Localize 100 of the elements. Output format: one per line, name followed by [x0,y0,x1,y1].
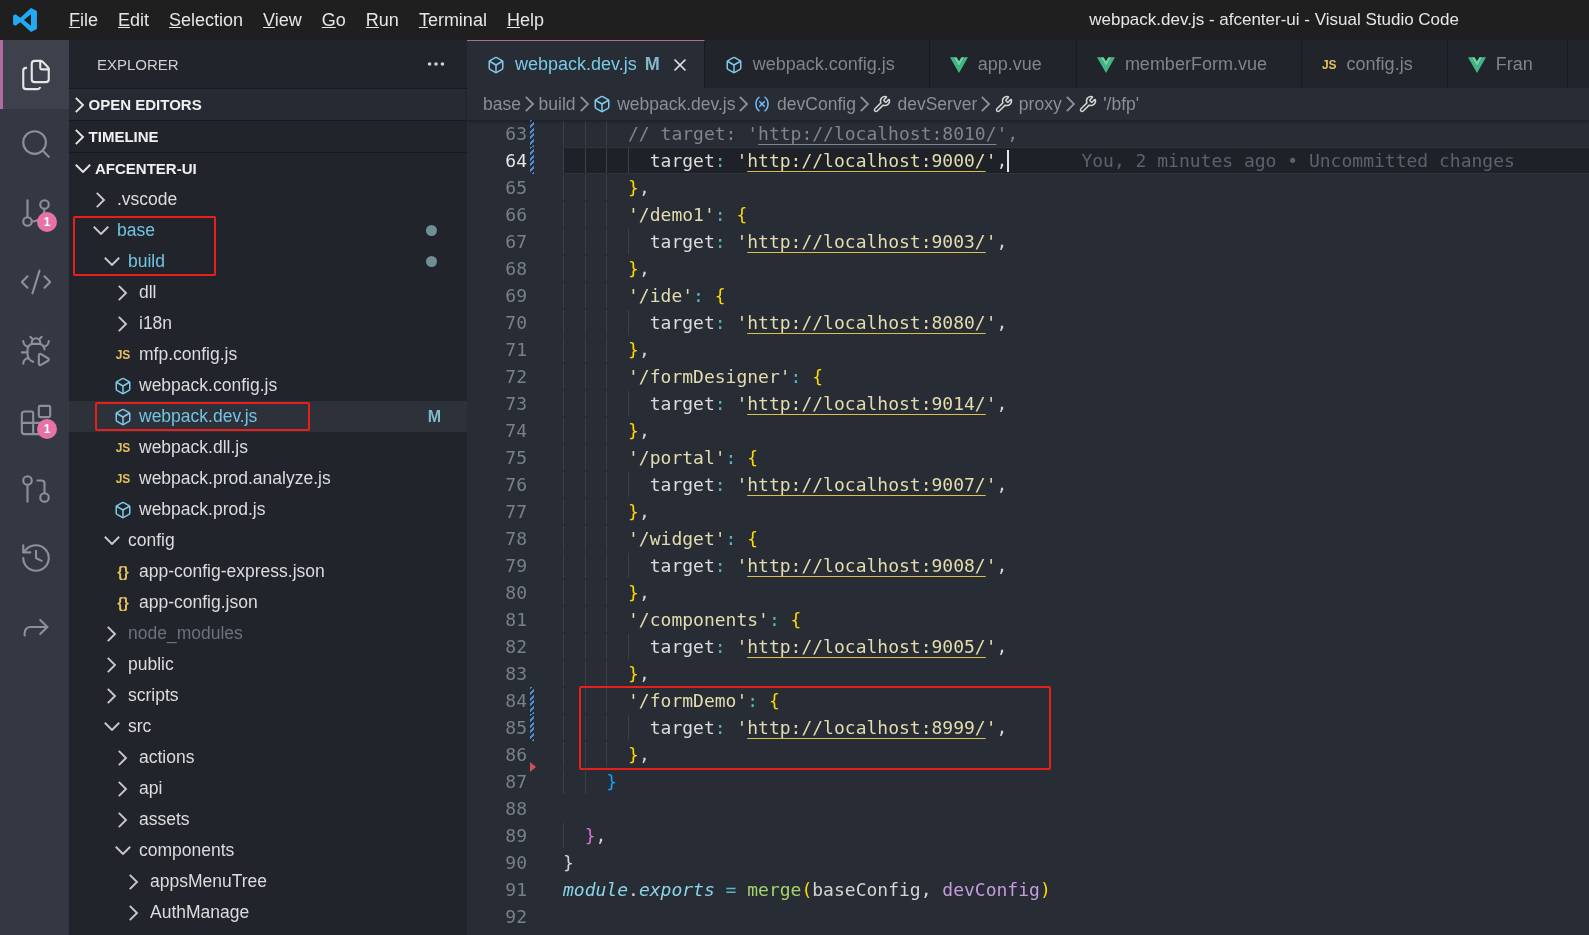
tree-item[interactable]: webpack.prod.js [69,494,467,525]
menu-item[interactable]: Go [312,5,355,35]
line-number: 70 [504,312,527,333]
activity-bar-button[interactable] [0,40,69,109]
line-number: 90 [504,852,527,873]
tree-item[interactable]: AuthManage [69,897,467,928]
menu-item[interactable]: Run [356,5,408,35]
tree-item[interactable]: {} app-config-express.json [69,556,467,587]
code-line: }, [628,663,650,684]
tree-item[interactable]: JS webpack.dll.js [69,432,467,463]
line-number: 88 [504,798,527,819]
tree-item[interactable]: api [69,773,467,804]
line-number: 80 [504,582,527,603]
tree-item[interactable]: build [69,246,467,277]
chevron-down-icon [75,163,91,174]
line-number: 69 [504,285,527,306]
menu-item[interactable]: Selection [160,5,253,35]
tree-item[interactable]: scripts [69,680,467,711]
editor-tab[interactable]: webpack.dev.js M [467,40,705,88]
code-line: target: 'http://localhost:9014/', [649,393,1008,414]
tree-item[interactable]: assets [69,804,467,835]
chevron-right-icon [96,191,106,208]
cube-file-icon [114,376,132,395]
code-line: target: 'http://localhost:9000/', [649,150,1008,171]
line-number: 92 [504,906,527,927]
code-line: target: 'http://localhost:9008/', [649,555,1008,576]
code-line: } [563,852,574,873]
files-icon [19,57,53,92]
breadcrumb-item[interactable]: devServer [873,93,978,115]
line-number: 66 [504,204,527,225]
json-file-icon: {} [117,595,129,610]
chevron-right-icon [859,96,870,112]
menu-item[interactable]: Help [497,5,553,35]
code-line: '/components': { [628,609,802,630]
code-line: target: 'http://localhost:9003/', [649,231,1008,252]
cube-file-icon [724,55,743,74]
vue-file-icon [1467,56,1486,73]
menu-item[interactable]: File [60,5,107,35]
line-number: 78 [504,528,527,549]
chevron-right-icon [579,96,590,112]
tree-item[interactable]: i18n [69,308,467,339]
line-number: 83 [504,663,527,684]
line-number: 77 [504,501,527,522]
js-file-icon: JS [1321,58,1337,71]
line-number: 68 [504,258,527,279]
line-number: 81 [504,609,527,630]
line-number: 89 [504,825,527,846]
line-number: 79 [504,555,527,576]
tree-item[interactable]: public [69,649,467,680]
breadcrumb-item[interactable]: base [483,93,521,115]
line-number: 64 [504,150,527,171]
line-number: 76 [504,474,527,495]
code-line: }, [628,339,650,360]
tree-item[interactable]: JS webpack.prod.analyze.js [69,463,467,494]
chevron-down-icon [93,225,109,236]
line-number: 87 [504,771,527,792]
tree-item[interactable]: appsMenuTree [69,866,467,897]
chevron-right-icon [129,904,139,921]
tree-item[interactable]: .vscode [69,184,467,215]
js-file-icon: JS [115,472,131,485]
line-number: 82 [504,636,527,657]
chevron-right-icon [107,687,117,704]
breadcrumb-item[interactable]: devConfig [753,93,856,115]
breadcrumb-item[interactable]: proxy [994,93,1062,115]
code-line: }, [628,258,650,279]
section-header[interactable]: OPEN EDITORS [69,88,467,120]
tree-item[interactable]: dll [69,277,467,308]
chevron-right-icon [118,780,128,797]
tree-item[interactable]: actions [69,742,467,773]
menu-item[interactable]: Terminal [409,5,496,35]
notification-badge: 1 [37,212,57,232]
breadcrumb-item[interactable]: webpack.dev.js [593,93,736,115]
cube-file-icon [487,55,505,74]
git-status-letter: M [427,407,441,426]
tree-item[interactable]: components [69,835,467,866]
chevron-right-icon [524,96,535,112]
tree-item[interactable]: webpack.dev.js M [69,401,467,432]
breadcrumb-item[interactable]: build [538,93,576,115]
tree-item[interactable]: JS mfp.config.js [69,339,467,370]
chevron-right-icon [118,749,128,766]
chevron-down-icon [104,256,120,267]
line-number: 67 [504,231,527,252]
chevron-right-icon [118,315,128,332]
code-line: target: 'http://localhost:9005/', [649,636,1008,657]
code-line: '/widget': { [628,528,759,549]
tree-item[interactable]: {} app-config.json [69,587,467,618]
menu-item[interactable]: View [254,5,311,35]
menu-item[interactable]: Edit [109,5,159,35]
js-file-icon: JS [115,441,131,454]
tree-item[interactable]: webpack.config.js [69,370,467,401]
line-number: 84 [504,690,527,711]
line-number: 85 [504,717,527,738]
blocks-icon [19,402,53,437]
breadcrumb-item[interactable]: '/bfp' [1079,93,1140,115]
chevron-right-icon [118,284,128,301]
tree-item[interactable]: base [69,215,467,246]
tree-item[interactable]: config [69,525,467,556]
tree-item[interactable]: src [69,711,467,742]
chevron-down-icon [115,845,131,856]
code-line: // target: 'http://localhost:8010/', [628,123,1019,144]
